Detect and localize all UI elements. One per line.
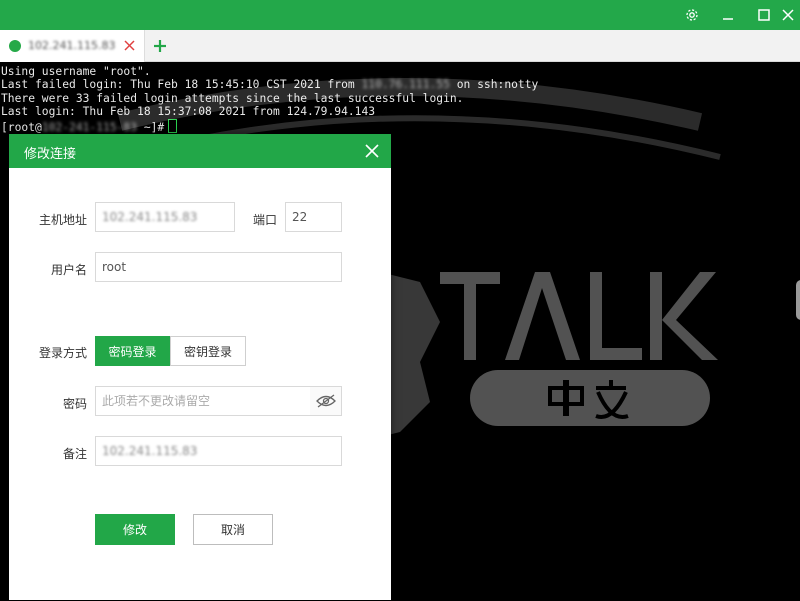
- tab-bar: 102.241.115.83: [0, 30, 800, 62]
- terminal-line-3: There were 33 failed login attempts sinc…: [1, 92, 464, 105]
- add-tab-button[interactable]: [150, 36, 170, 56]
- cancel-button[interactable]: 取消: [193, 514, 273, 545]
- session-tab-label: 102.241.115.83: [28, 39, 116, 52]
- password-label: 密码: [62, 397, 87, 411]
- dialog-close-icon[interactable]: [361, 140, 383, 162]
- side-panel-handle[interactable]: [796, 280, 800, 320]
- eye-hidden-icon: [315, 394, 336, 408]
- password-visibility-toggle[interactable]: [310, 386, 342, 416]
- username-input[interactable]: [95, 252, 342, 282]
- terminal-line-4: Last login: Thu Feb 18 15:37:08 2021 fro…: [1, 105, 376, 118]
- dialog-body: 主机地址 102.241.115.83 端口 用户名 登录方式 密码登录 密钥登…: [9, 168, 391, 600]
- terminal-prompt: [root@102-241-115-83 ~]#: [1, 119, 178, 134]
- settings-icon[interactable]: [674, 0, 710, 30]
- password-input[interactable]: [95, 386, 311, 416]
- title-bar: [0, 0, 800, 30]
- terminal-line-2: Last failed login: Thu Feb 18 15:45:10 C…: [1, 78, 539, 91]
- tab-close-icon[interactable]: [120, 36, 138, 54]
- port-label: 端口: [252, 213, 277, 227]
- close-icon[interactable]: [776, 0, 800, 30]
- submit-button[interactable]: 修改: [95, 514, 175, 545]
- dialog-header: 修改连接: [9, 134, 391, 168]
- terminal-line-1: Using username "root".: [1, 65, 151, 78]
- note-input[interactable]: 102.241.115.83: [95, 436, 342, 466]
- login-method-label: 登录方式: [38, 346, 87, 360]
- username-label: 用户名: [50, 263, 87, 277]
- connection-status-icon: [9, 40, 21, 52]
- minimize-icon[interactable]: [710, 0, 746, 30]
- password-login-option[interactable]: 密码登录: [95, 336, 170, 366]
- edit-connection-dialog: 修改连接 主机地址 102.241.115.83 端口 用户名 登录方式 密码登…: [9, 134, 391, 600]
- port-input[interactable]: [285, 202, 342, 232]
- session-tab[interactable]: 102.241.115.83: [0, 30, 145, 62]
- host-label: 主机地址: [38, 213, 87, 227]
- note-label: 备注: [62, 447, 87, 461]
- key-login-option[interactable]: 密钥登录: [170, 336, 246, 366]
- terminal-cursor: [168, 119, 178, 133]
- dialog-title: 修改连接: [24, 147, 77, 162]
- plus-icon: [154, 40, 166, 52]
